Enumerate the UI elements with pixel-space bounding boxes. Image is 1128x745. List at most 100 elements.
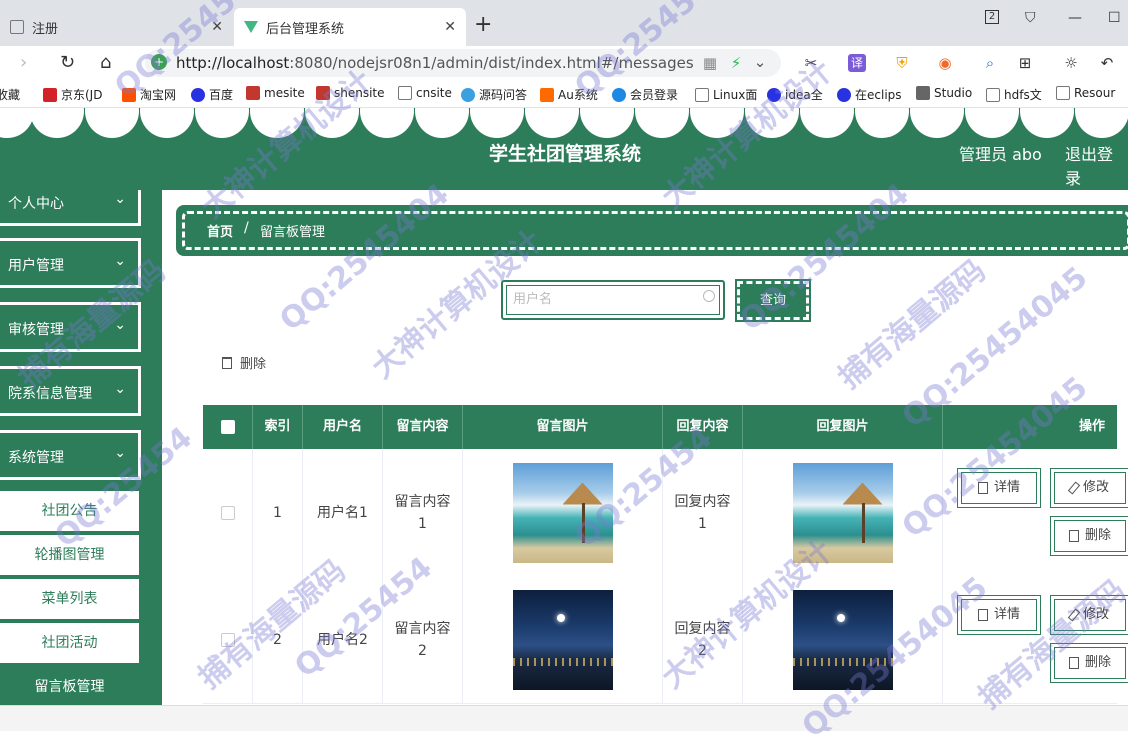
sidebar-group-department-info[interactable]: 院系信息管理 ⌄ <box>0 366 141 416</box>
select-all-cell <box>203 405 253 449</box>
bookmark-item[interactable]: 收藏 <box>0 86 20 103</box>
bookmark-item[interactable]: shensite <box>316 86 385 100</box>
url-field[interactable]: + http://localhost:8080/nodejsr08n1/admi… <box>145 49 781 77</box>
row-checkbox[interactable] <box>220 632 235 647</box>
message-image-thumbnail[interactable] <box>512 462 613 563</box>
page-icon <box>10 20 24 34</box>
query-button[interactable]: 查询 <box>735 279 811 322</box>
sidebar-group-review-management[interactable]: 审核管理 ⌄ <box>0 302 141 352</box>
shirt-icon[interactable]: ⛉ <box>1025 10 1036 26</box>
browser-tab-admin[interactable]: 后台管理系统 ✕ <box>234 8 466 46</box>
header-scallop <box>1020 108 1074 138</box>
undo-icon[interactable]: ↶ <box>1098 54 1116 72</box>
trash-icon <box>1068 530 1079 542</box>
delete-button[interactable]: 删除 <box>1050 516 1128 556</box>
bookmark-item[interactable]: 源码问答 <box>461 86 527 103</box>
logout-link[interactable]: 退出登录 <box>1065 141 1128 189</box>
shield-icon[interactable]: ⛨ <box>893 54 911 72</box>
close-tab-icon[interactable]: ✕ <box>444 19 456 35</box>
bookmark-item[interactable]: Linux面 <box>695 86 757 103</box>
chevron-down-icon: ⌄ <box>114 253 126 269</box>
header-scallop <box>1075 108 1128 138</box>
brightness-icon[interactable]: ☼ <box>1062 54 1080 72</box>
cell-content: 留言内容2 <box>383 576 463 703</box>
vue-logo-icon <box>244 21 258 33</box>
table-row: 1 用户名1 留言内容1 回复内容1 详情 修改 删除 <box>203 449 1128 577</box>
tab-count-badge[interactable]: 2 <box>985 10 999 24</box>
header-scallop <box>965 108 1019 138</box>
header-scallop <box>910 108 964 138</box>
sidebar-group-label: 用户管理 <box>8 258 64 274</box>
column-header-actions: 操作 <box>1078 419 1105 434</box>
bookmark-item[interactable]: 淘宝网 <box>122 86 176 103</box>
qr-code-icon[interactable]: ▦ <box>701 54 719 72</box>
apps-grid-icon[interactable]: ⊞ <box>1016 54 1034 72</box>
row-checkbox[interactable] <box>220 505 235 520</box>
browser-tab-bar: 注册 ✕ 后台管理系统 ✕ + 2 ⛉ — ☐ <box>0 0 1128 46</box>
cell-index: 1 <box>253 449 303 576</box>
breadcrumb-home[interactable]: 首页 <box>207 221 233 240</box>
column-header-image: 留言图片 <box>463 405 663 449</box>
bookmark-item[interactable]: 会员登录 <box>612 86 678 103</box>
close-tab-icon[interactable]: ✕ <box>211 19 223 35</box>
edit-button[interactable]: 修改 <box>1050 468 1128 508</box>
sidebar-item-club-notice[interactable]: 社团公告 <box>0 489 141 533</box>
detail-button[interactable]: 详情 <box>957 468 1041 508</box>
bookmark-item[interactable]: idea全 <box>767 86 823 103</box>
bookmark-item[interactable]: cnsite <box>398 86 452 100</box>
sidebar-group-system-management[interactable]: 系统管理 ⌄ <box>0 430 141 480</box>
browser-tab-register[interactable]: 注册 ✕ <box>0 8 233 46</box>
breadcrumb-separator: / <box>244 220 249 236</box>
username-search-input[interactable] <box>513 288 683 310</box>
maximize-icon[interactable]: ☐ <box>1108 10 1121 26</box>
sidebar-item-club-activity[interactable]: 社团活动 <box>0 621 141 665</box>
forward-icon[interactable]: › <box>20 52 27 73</box>
scissors-icon[interactable]: ✂ <box>802 54 820 72</box>
bookmark-item[interactable]: Resour <box>1056 86 1115 100</box>
document-icon <box>977 609 988 621</box>
bookmark-item[interactable]: Studio <box>916 86 972 100</box>
bookmark-item[interactable]: 在eclips <box>837 86 902 103</box>
delete-button[interactable]: 删除 <box>1050 643 1128 683</box>
cell-username: 用户名1 <box>303 449 383 576</box>
minimize-icon[interactable]: — <box>1068 10 1082 26</box>
chevron-down-icon[interactable]: ⌄ <box>751 53 769 71</box>
cell-username: 用户名2 <box>303 576 383 703</box>
bookmark-item[interactable]: 百度 <box>191 86 233 103</box>
chevron-up-icon: ⌄ <box>114 445 126 461</box>
url-text: http://localhost:8080/nodejsr08n1/admin/… <box>176 54 694 72</box>
column-header-reply: 回复内容 <box>663 405 743 449</box>
reply-image-thumbnail[interactable] <box>792 589 893 690</box>
sidebar-group-personal-center[interactable]: 个人中心 ⌄ <box>0 190 141 226</box>
header-scallop <box>855 108 909 138</box>
select-all-checkbox[interactable] <box>220 420 235 434</box>
home-icon[interactable]: ⌂ <box>100 52 111 73</box>
bookmark-item[interactable]: mesite <box>246 86 305 100</box>
translate-icon[interactable]: 译 <box>848 54 866 72</box>
cell-actions: 详情 修改 删除 <box>943 449 1128 576</box>
lightning-icon[interactable]: ⚡ <box>727 54 745 72</box>
reply-image-thumbnail[interactable] <box>792 462 893 563</box>
header-scallop <box>415 108 469 138</box>
sidebar-item-menu-list[interactable]: 菜单列表 <box>0 577 141 621</box>
new-tab-icon[interactable]: + <box>474 12 492 37</box>
sidebar-group-user-management[interactable]: 用户管理 ⌄ <box>0 238 141 288</box>
gamepad-icon[interactable]: ◉ <box>936 54 954 72</box>
cell-actions: 详情 修改 删除 <box>943 576 1128 703</box>
bookmark-item[interactable]: hdfs文 <box>986 86 1042 103</box>
sidebar-item-messages[interactable]: 留言板管理 <box>0 665 141 705</box>
header-scallop <box>140 108 194 138</box>
edit-button[interactable]: 修改 <box>1050 595 1128 635</box>
sidebar-item-carousel[interactable]: 轮播图管理 <box>0 533 141 577</box>
bulk-delete-button[interactable]: 删除 <box>222 353 266 372</box>
reload-icon[interactable]: ↻ <box>60 52 75 73</box>
bookmark-item[interactable]: 京东(JD <box>43 86 102 103</box>
search-icon[interactable]: ⌕ <box>981 54 999 72</box>
header-scallop <box>30 108 84 138</box>
bulk-delete-label: 删除 <box>240 357 267 372</box>
detail-button[interactable]: 详情 <box>957 595 1041 635</box>
watermark-text: QQ:2545404 <box>273 176 456 339</box>
bookmark-item[interactable]: Au系统 <box>540 86 598 103</box>
trash-icon <box>222 356 232 369</box>
message-image-thumbnail[interactable] <box>512 589 613 690</box>
